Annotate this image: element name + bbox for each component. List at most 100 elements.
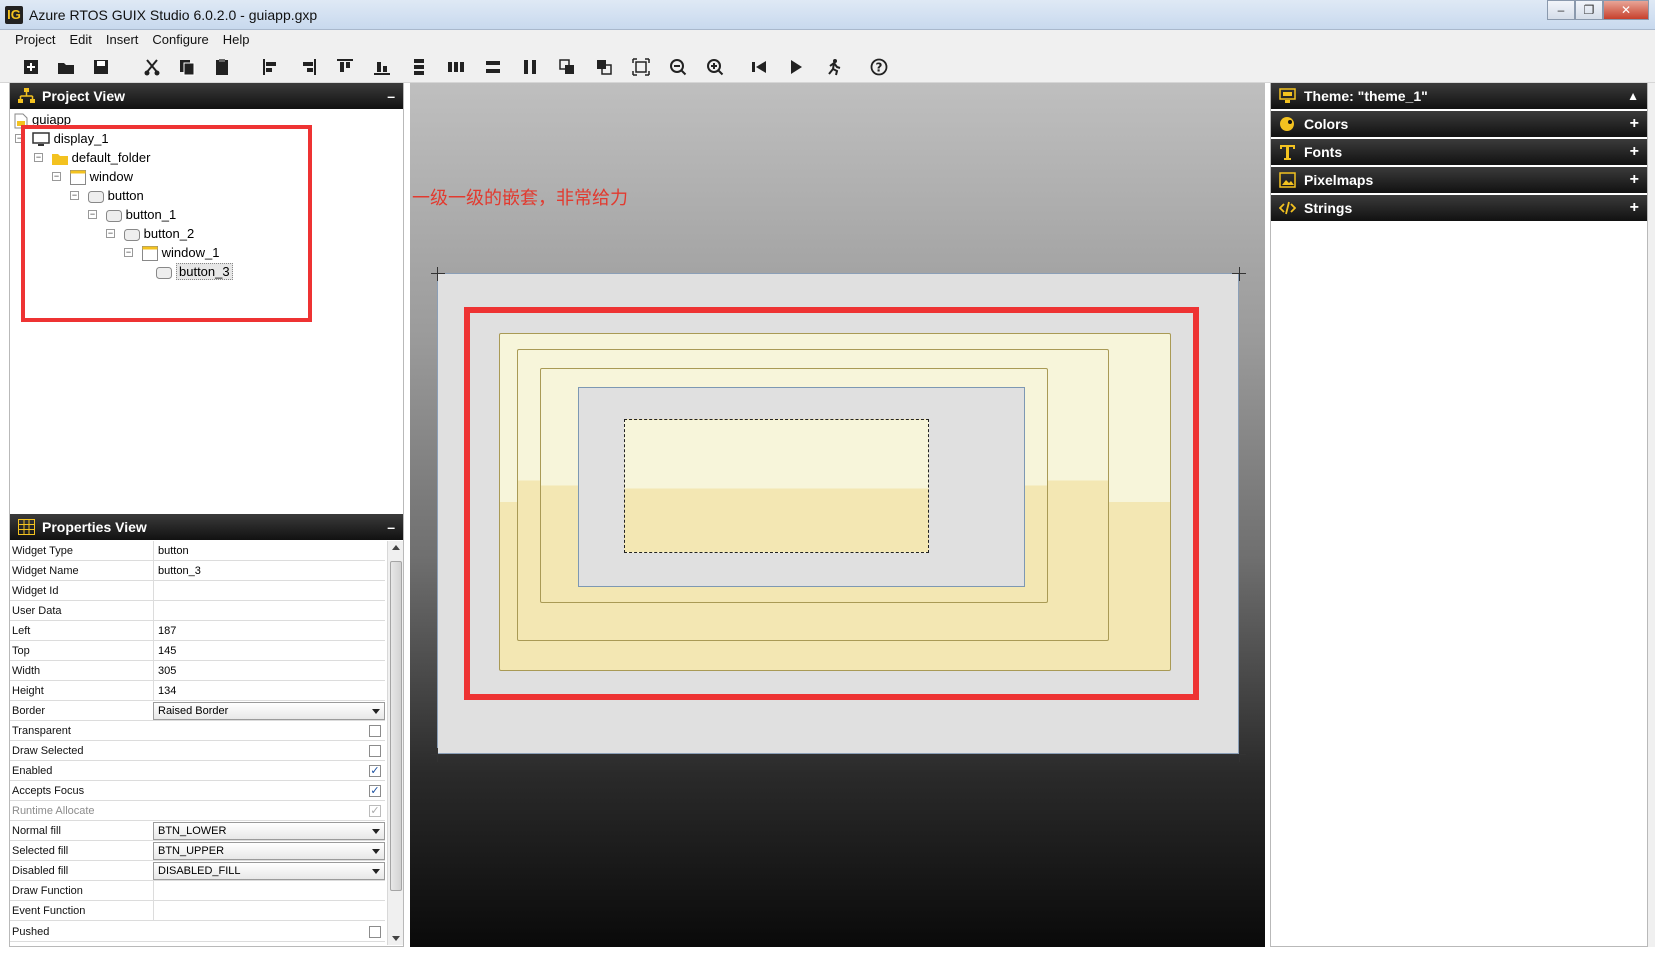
- hspace-equally-icon[interactable]: [444, 55, 468, 79]
- move-to-front-icon[interactable]: [555, 55, 579, 79]
- prop-name: Height: [12, 685, 44, 697]
- prop-name: Normal fill: [12, 825, 61, 837]
- align-left-icon[interactable]: [259, 55, 283, 79]
- paste-icon[interactable]: [210, 55, 234, 79]
- minimize-button[interactable]: –: [1547, 0, 1575, 20]
- prop-name: Pushed: [12, 926, 50, 938]
- chevron-down-icon: [372, 869, 380, 874]
- section-label: Pixelmaps: [1304, 172, 1374, 188]
- save-icon[interactable]: [89, 55, 113, 79]
- left-field[interactable]: 187: [153, 621, 385, 641]
- height-field[interactable]: 134: [153, 681, 385, 701]
- normal-fill-dropdown[interactable]: BTN_LOWER: [153, 822, 385, 840]
- vspace-equally-icon[interactable]: [407, 55, 431, 79]
- top-field[interactable]: 145: [153, 641, 385, 661]
- prop-row-widget-name: Widget Name button_3: [10, 561, 385, 581]
- run-icon[interactable]: [784, 55, 808, 79]
- resource-section-colors[interactable]: Colors +: [1271, 111, 1647, 137]
- menu-help[interactable]: Help: [216, 30, 257, 51]
- expand-plus-icon[interactable]: +: [1630, 195, 1639, 221]
- selected-fill-dropdown[interactable]: BTN_UPPER: [153, 842, 385, 860]
- zoom-in-icon[interactable]: [703, 55, 727, 79]
- properties-scrollbar[interactable]: [387, 541, 403, 945]
- menu-project[interactable]: Project: [8, 30, 62, 51]
- prop-row-widget-id: Widget Id: [10, 581, 385, 601]
- corner-mark: [431, 754, 445, 755]
- prop-name: Accepts Focus: [12, 785, 85, 797]
- draw-selected-checkbox[interactable]: [369, 745, 381, 757]
- prop-name: Width: [12, 665, 41, 677]
- new-icon[interactable]: [19, 55, 43, 79]
- title-bar: IG Azure RTOS GUIX Studio 6.0.2.0 - guia…: [0, 0, 1655, 30]
- record-macro-icon[interactable]: [747, 55, 771, 79]
- restore-button[interactable]: ❐: [1575, 0, 1603, 20]
- widget-id-field[interactable]: [153, 581, 385, 601]
- dropdown-value: Raised Border: [158, 705, 229, 717]
- menu-edit[interactable]: Edit: [62, 30, 98, 51]
- align-top-icon[interactable]: [333, 55, 357, 79]
- spin-updown-icon[interactable]: ▲: [1627, 83, 1639, 109]
- open-icon[interactable]: [54, 55, 78, 79]
- cut-icon[interactable]: [140, 55, 164, 79]
- align-bottom-icon[interactable]: [370, 55, 394, 79]
- scroll-thumb[interactable]: [390, 561, 402, 891]
- theme-selector[interactable]: Theme: "theme_1" ▲: [1271, 83, 1647, 109]
- corner-mark: [437, 267, 438, 281]
- resource-section-strings[interactable]: Strings +: [1271, 195, 1647, 221]
- prop-name: Draw Function: [12, 885, 83, 897]
- prop-row-height: Height 134: [10, 681, 385, 701]
- run-app-icon[interactable]: [821, 55, 845, 79]
- tree-structure-icon: [18, 88, 35, 103]
- scroll-up-arrow-icon[interactable]: [392, 545, 400, 550]
- prop-row-draw-function: Draw Function: [10, 881, 385, 901]
- copy-icon[interactable]: [175, 55, 199, 79]
- close-button[interactable]: ✕: [1603, 0, 1649, 20]
- prop-name: Disabled fill: [12, 865, 69, 877]
- zoom-out-icon[interactable]: [666, 55, 690, 79]
- menu-bar: Project Edit Insert Configure Help: [0, 30, 1655, 51]
- prop-row-normal-fill: Normal fill BTN_LOWER: [10, 821, 385, 841]
- disabled-fill-dropdown[interactable]: DISABLED_FILL: [153, 862, 385, 880]
- equal-height-icon[interactable]: [481, 55, 505, 79]
- prop-row-pushed: Pushed: [10, 922, 385, 942]
- move-to-back-icon[interactable]: [592, 55, 616, 79]
- prop-row-event-function: Event Function: [10, 901, 385, 921]
- project-view-header: Project View –: [10, 83, 403, 109]
- prop-row-runtime-allocate: Runtime Allocate ✓: [10, 801, 385, 821]
- menu-insert[interactable]: Insert: [99, 30, 146, 51]
- user-data-field[interactable]: [153, 601, 385, 621]
- size-to-fit-icon[interactable]: [629, 55, 653, 79]
- menu-configure[interactable]: Configure: [145, 30, 215, 51]
- expand-plus-icon[interactable]: +: [1630, 139, 1639, 165]
- align-right-icon[interactable]: [296, 55, 320, 79]
- properties-view-title: Properties View: [42, 519, 147, 535]
- prop-name: Enabled: [12, 765, 53, 777]
- pushed-checkbox[interactable]: [369, 926, 381, 938]
- enabled-checkbox[interactable]: ✓: [369, 765, 381, 777]
- resource-section-fonts[interactable]: Fonts +: [1271, 139, 1647, 165]
- image-icon: [1279, 172, 1296, 188]
- prop-row-disabled-fill: Disabled fill DISABLED_FILL: [10, 861, 385, 881]
- transparent-checkbox[interactable]: [369, 725, 381, 737]
- help-icon[interactable]: ?: [867, 55, 891, 79]
- scroll-down-arrow-icon[interactable]: [392, 936, 400, 941]
- grid-icon: [18, 519, 35, 535]
- event-function-field[interactable]: [153, 901, 385, 921]
- resource-section-pixelmaps[interactable]: Pixelmaps +: [1271, 167, 1647, 193]
- draw-function-field[interactable]: [153, 881, 385, 901]
- prop-name: Widget Id: [12, 585, 59, 597]
- widget-name-field[interactable]: button_3: [153, 561, 385, 581]
- expand-plus-icon[interactable]: +: [1630, 167, 1639, 193]
- equal-width-icon[interactable]: [518, 55, 542, 79]
- properties-view-header: Properties View –: [10, 514, 403, 540]
- width-field[interactable]: 305: [153, 661, 385, 681]
- window-controls: – ❐ ✕: [1547, 0, 1649, 20]
- project-view-minimize-button[interactable]: –: [387, 83, 395, 109]
- expand-plus-icon[interactable]: +: [1630, 111, 1639, 137]
- properties-view-minimize-button[interactable]: –: [387, 514, 395, 540]
- border-dropdown[interactable]: Raised Border: [153, 702, 385, 720]
- dropdown-value: DISABLED_FILL: [158, 865, 241, 877]
- accepts-focus-checkbox[interactable]: ✓: [369, 785, 381, 797]
- prop-row-width: Width 305: [10, 661, 385, 681]
- prop-row-accepts-focus: Accepts Focus ✓: [10, 781, 385, 801]
